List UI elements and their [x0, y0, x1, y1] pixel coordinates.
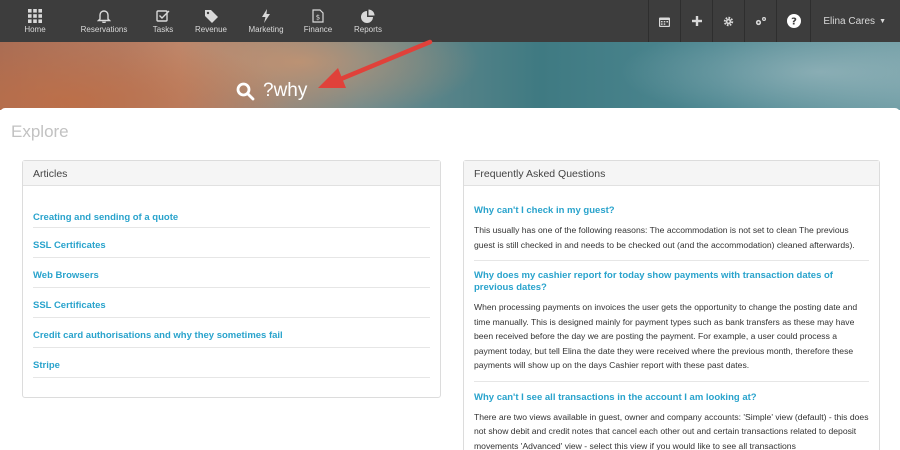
add-button[interactable] [680, 0, 712, 42]
settings-button[interactable] [712, 0, 744, 42]
faq-answer: There are two views available in guest, … [474, 411, 869, 450]
hero-search[interactable]: ?why [236, 80, 307, 102]
grid-icon [28, 8, 42, 23]
article-link[interactable]: Creating and sending of a quote [33, 194, 430, 228]
nav-home-label: Home [24, 24, 46, 34]
calendar-icon [659, 17, 671, 27]
faq-heading: Frequently Asked Questions [464, 161, 879, 186]
svg-text:?: ? [791, 17, 797, 28]
dollar-file-icon: $ [312, 8, 324, 23]
gear-icon [724, 16, 734, 26]
tag-icon [204, 9, 218, 23]
nav-finance[interactable]: $ Finance [298, 0, 338, 42]
nav-marketing[interactable]: Marketing [234, 0, 298, 42]
nav-finance-label: Finance [303, 24, 333, 34]
nav-reports-label: Reports [353, 24, 382, 34]
bell-icon [97, 9, 111, 23]
main-content: Explore Articles Creating and sending of… [0, 108, 900, 450]
toolbar-right: ? Elina Cares ▼ [648, 0, 900, 42]
page-title: Explore [11, 122, 69, 141]
articles-panel: Articles Creating and sending of a quote… [22, 160, 441, 398]
gears-icon [756, 16, 767, 25]
nav-home[interactable]: Home [0, 0, 70, 42]
user-name: Elina Cares [823, 15, 876, 27]
faq-panel: Frequently Asked Questions Why can't I c… [463, 160, 880, 450]
articles-list: Creating and sending of a quote SSL Cert… [23, 194, 440, 378]
bolt-icon [262, 8, 270, 23]
article-link[interactable]: Web Browsers [33, 258, 430, 288]
faq-answer: This usually has one of the following re… [474, 225, 855, 250]
advanced-settings-button[interactable] [744, 0, 776, 42]
checkbox-icon [156, 9, 170, 22]
article-link[interactable]: SSL Certificates [33, 288, 430, 318]
article-link[interactable]: Credit card authorisations and why they … [33, 318, 430, 348]
hero-banner: ?why [0, 42, 900, 110]
faq-item: Why can't I check in my guest? This usua… [474, 186, 869, 261]
article-link[interactable]: SSL Certificates [33, 228, 430, 258]
caret-down-icon: ▼ [879, 17, 886, 25]
help-icon: ? [786, 14, 801, 28]
svg-text:$: $ [316, 13, 320, 21]
search-query: ?why [263, 80, 308, 101]
faq-item: Why can't I see all transactions in the … [474, 382, 869, 450]
plus-icon [691, 16, 702, 26]
nav-reservations-label: Reservations [80, 24, 128, 34]
top-nav: Home Reservations Tasks Revenue Marketin… [0, 0, 900, 42]
nav-reservations[interactable]: Reservations [70, 0, 138, 42]
nav-revenue[interactable]: Revenue [188, 0, 234, 42]
faq-question[interactable]: Why can't I check in my guest? [474, 205, 869, 217]
article-link[interactable]: Stripe [33, 348, 430, 378]
nav-revenue-label: Revenue [194, 24, 228, 34]
calendar-button[interactable] [648, 0, 680, 42]
faq-question[interactable]: Why can't I see all transactions in the … [474, 392, 869, 404]
nav-tasks-label: Tasks [152, 24, 174, 34]
user-menu[interactable]: Elina Cares ▼ [810, 0, 900, 42]
faq-question[interactable]: Why does my cashier report for today sho… [474, 270, 869, 294]
help-button[interactable]: ? [776, 0, 810, 42]
pie-chart-icon [361, 9, 375, 23]
faq-list: Why can't I check in my guest? This usua… [464, 186, 879, 450]
nav-reports[interactable]: Reports [338, 0, 398, 42]
faq-item: Why does my cashier report for today sho… [474, 261, 869, 382]
faq-answer: When processing payments on invoices the… [474, 302, 858, 370]
articles-heading: Articles [23, 161, 440, 186]
nav-marketing-label: Marketing [248, 24, 284, 34]
search-icon [236, 82, 255, 100]
nav-tasks[interactable]: Tasks [138, 0, 188, 42]
